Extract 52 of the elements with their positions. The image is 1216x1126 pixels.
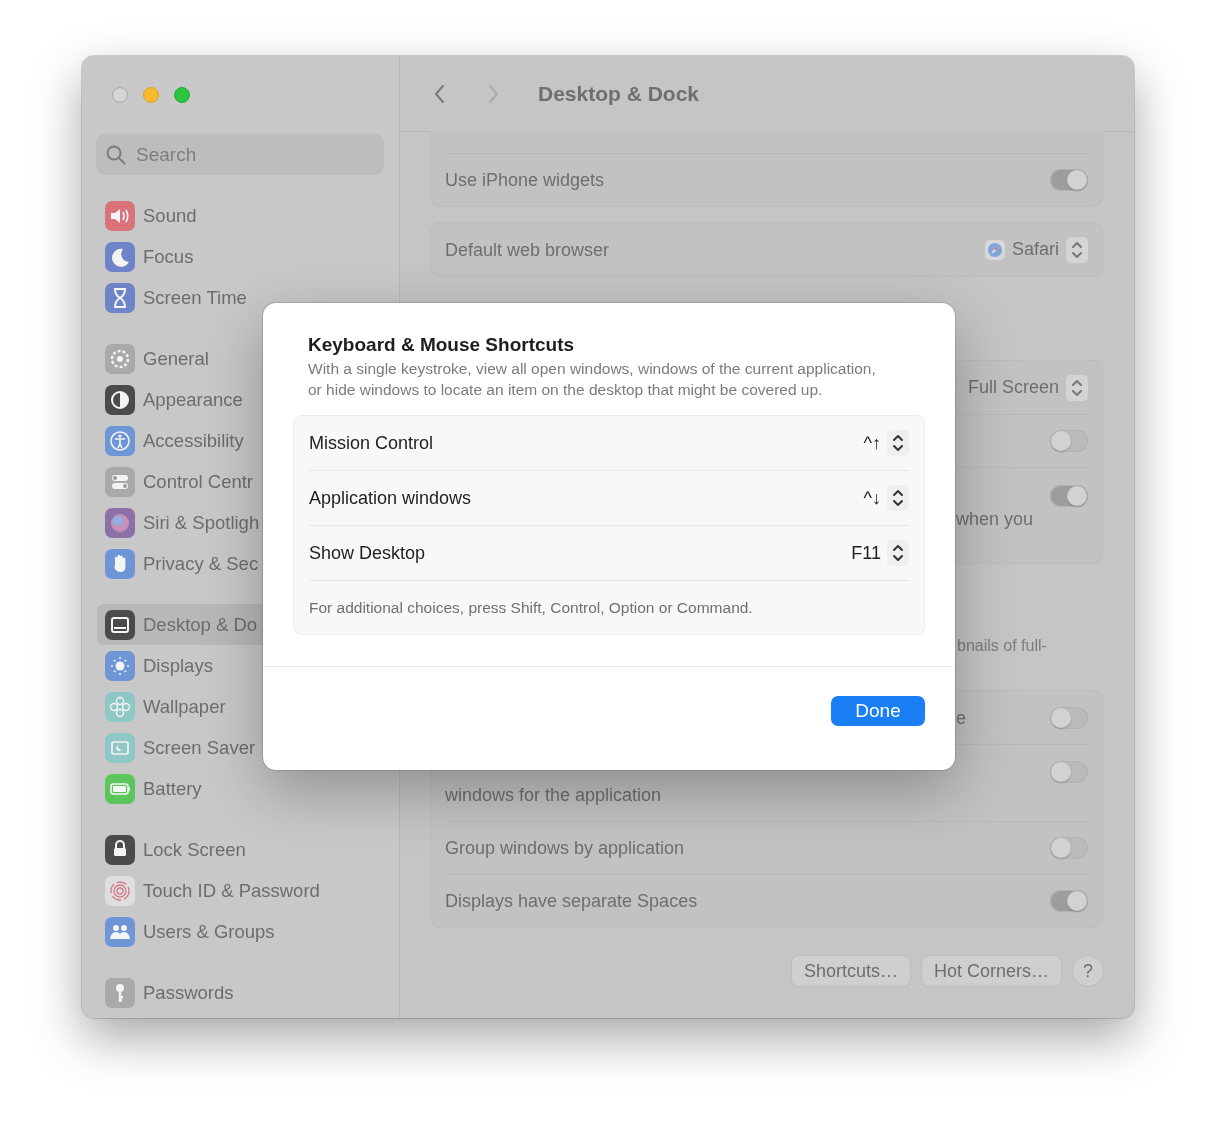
shortcut-popup[interactable]: ^↓ [863,485,909,511]
toggle-switch[interactable] [1050,706,1088,729]
toggle-switch[interactable] [1050,761,1088,783]
shortcut-label: Application windows [309,487,472,509]
up-down-arrows-icon [887,540,909,566]
setting-label: Group windows by application [445,837,685,860]
up-down-arrows-icon [887,430,909,456]
description-text: bnails of full- [957,636,1048,656]
done-button[interactable]: Done [831,696,925,726]
toggle-switch[interactable] [1050,890,1088,912]
sidebar-item[interactable]: Users & Groups [97,911,394,952]
popup-button[interactable]: Full Screen [967,374,1088,401]
up-down-arrows-icon [1066,236,1088,263]
setting-label: Use iPhone widgets [445,169,605,192]
setting-label: windows for the application [445,784,662,807]
sidebar-item[interactable]: Displays [97,645,394,686]
sidebar-item[interactable]: Lock Screen [97,829,394,870]
sidebar-item[interactable]: Passwords [97,972,394,1013]
search-icon [106,145,126,165]
sidebar-item[interactable]: Focus [97,236,394,277]
up-down-arrows-icon [887,485,909,511]
search-field[interactable]: Search [96,134,384,175]
shortcut-popup[interactable]: ^↑ [863,430,909,456]
sidebar-item[interactable]: Wallpaper [97,686,394,727]
setting-label: e [956,706,966,730]
sidebar-item[interactable]: Sound [97,195,394,236]
shortcut-label: Mission Control [309,432,434,454]
sidebar-item[interactable]: Battery [97,768,394,809]
setting-label: Displays have separate Spaces [445,890,698,913]
back-button[interactable] [433,82,447,105]
sidebar-item[interactable]: Screen Saver [97,727,394,768]
dialog-title: Keyboard & Mouse Shortcuts [308,333,576,356]
up-down-arrows-icon [1066,374,1088,401]
toggle-switch[interactable] [1050,485,1088,507]
toggle-switch[interactable] [1050,430,1088,452]
sidebar-item[interactable]: Touch ID & Password [97,870,394,911]
shortcut-label: Show Desktop [309,542,426,564]
minimize-button[interactable] [143,87,159,103]
help-button[interactable]: ? [1073,956,1103,986]
popup-button[interactable]: Safari [984,236,1088,263]
toggle-switch[interactable] [1050,837,1088,859]
dialog-description: With a single keystroke, view all open windows, windows of the current application, or hide windows to locate an item on the desktop that might be covered up. [308,359,877,400]
close-button[interactable] [112,87,128,103]
setting-label: Default web browser [445,238,610,262]
shortcut-popup[interactable]: F11 [851,540,909,566]
page-title: Desktop & Dock [538,81,700,106]
zoom-button[interactable] [174,87,190,103]
hot-corners-button[interactable]: Hot Corners… [921,956,1061,986]
toggle-switch[interactable] [1050,169,1088,191]
shortcuts-button[interactable]: Shortcuts… [791,956,910,986]
sidebar-item[interactable]: Screen Time [97,277,394,318]
setting-label: when you [956,508,1034,531]
